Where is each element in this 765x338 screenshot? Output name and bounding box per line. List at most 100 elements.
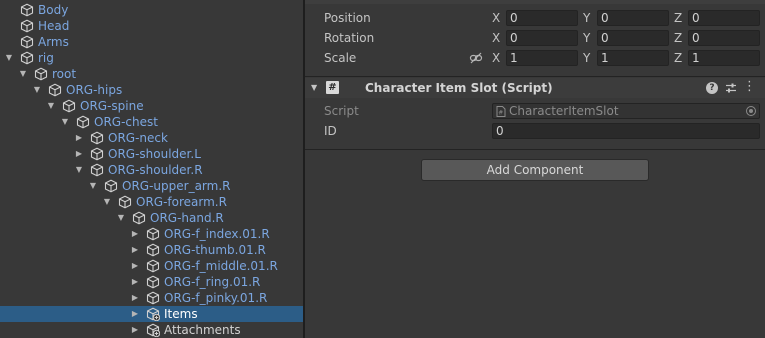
collapsed-arrow-icon[interactable]: ▶ — [130, 258, 140, 274]
rotation-x-field[interactable]: 0 — [506, 30, 578, 46]
hierarchy-row[interactable]: ▼ rig — [0, 50, 303, 66]
gameobject-cube-icon — [62, 99, 76, 113]
collapsed-arrow-icon[interactable]: ▶ — [130, 290, 140, 306]
collapsed-arrow-icon[interactable]: ▶ — [130, 242, 140, 258]
hierarchy-row-label: ORG-forearm.R — [136, 195, 227, 209]
context-menu-kebab-icon[interactable]: ⋮ — [743, 80, 756, 94]
script-object-field: # CharacterItemSlot — [492, 103, 760, 119]
id-row: ID 0 — [305, 121, 765, 141]
gameobject-cube-icon — [146, 243, 160, 257]
hierarchy-row[interactable]: Body — [0, 2, 303, 18]
hierarchy-row-label: Arms — [38, 35, 69, 49]
collapsed-arrow-icon[interactable]: ▶ — [74, 146, 84, 162]
hierarchy-row[interactable]: ▼ ORG-forearm.R — [0, 194, 303, 210]
expanded-arrow-icon[interactable]: ▼ — [102, 194, 112, 210]
expanded-arrow-icon[interactable]: ▼ — [32, 82, 42, 98]
rotation-label: Rotation — [324, 31, 375, 45]
gameobject-cube-icon — [34, 67, 48, 81]
hierarchy-row[interactable]: ▶ ORG-thumb.01.R — [0, 242, 303, 258]
expanded-arrow-icon[interactable]: ▼ — [18, 66, 28, 82]
object-picker-icon[interactable] — [746, 106, 756, 116]
rotation-y-field[interactable]: 0 — [597, 30, 669, 46]
position-z-axis-label[interactable]: Z — [674, 8, 686, 28]
script-file-icon: # — [496, 106, 506, 117]
hierarchy-row-label: ORG-f_index.01.R — [164, 227, 270, 241]
hierarchy-row-label: ORG-hand.R — [150, 211, 224, 225]
rotation-z-field[interactable]: 0 — [688, 30, 760, 46]
gameobject-cube-icon — [20, 51, 34, 65]
gameobject-cube-icon — [146, 227, 160, 241]
hierarchy-row[interactable]: ▶ Items — [0, 306, 303, 322]
component-separator — [305, 76, 765, 77]
gameobject-cube-icon — [48, 83, 62, 97]
scale-x-field[interactable]: 1 — [506, 50, 578, 66]
scale-z-axis-label[interactable]: Z — [674, 48, 686, 68]
rotation-x-axis-label[interactable]: X — [492, 28, 504, 48]
hierarchy-row[interactable]: ▶ ORG-shoulder.L — [0, 146, 303, 162]
position-z-field[interactable]: 0 — [688, 10, 760, 26]
position-x-axis-label[interactable]: X — [492, 8, 504, 28]
hierarchy-row[interactable]: ▶ ORG-neck — [0, 130, 303, 146]
help-icon[interactable]: ? — [706, 82, 718, 94]
gameobject-cube-icon — [90, 131, 104, 145]
rotation-z-axis-label[interactable]: Z — [674, 28, 686, 48]
inspector-panel: Position X 0 Y 0 Z 0 Rotation X 0 Y 0 Z … — [305, 0, 765, 338]
hierarchy-row-label: ORG-shoulder.L — [108, 147, 201, 161]
position-row: Position X 0 Y 0 Z 0 — [305, 8, 765, 28]
scale-z-field[interactable]: 1 — [688, 50, 760, 66]
hierarchy-row-label: ORG-f_pinky.01.R — [164, 291, 268, 305]
expanded-arrow-icon[interactable]: ▼ — [116, 210, 126, 226]
gameobject-cube-icon — [76, 115, 90, 129]
hierarchy-row[interactable]: Arms — [0, 34, 303, 50]
hierarchy-row[interactable]: ▶ ORG-f_ring.01.R — [0, 274, 303, 290]
hierarchy-row[interactable]: Head — [0, 18, 303, 34]
scale-y-field[interactable]: 1 — [597, 50, 669, 66]
hierarchy-row[interactable]: ▼ ORG-hips — [0, 82, 303, 98]
collapsed-arrow-icon[interactable]: ▶ — [130, 274, 140, 290]
hierarchy-row[interactable]: ▶ ORG-f_index.01.R — [0, 226, 303, 242]
collapsed-arrow-icon[interactable]: ▶ — [130, 322, 140, 338]
scale-x-axis-label[interactable]: X — [492, 48, 504, 68]
hierarchy-row-label: ORG-thumb.01.R — [164, 243, 266, 257]
constrain-proportions-link-icon[interactable] — [469, 51, 483, 65]
collapsed-arrow-icon[interactable]: ▶ — [130, 306, 140, 322]
csharp-script-icon: # — [326, 81, 339, 94]
hierarchy-row-label: ORG-shoulder.R — [108, 163, 203, 177]
add-component-button[interactable]: Add Component — [421, 159, 649, 181]
scale-row: Scale X 1 Y 1 Z 1 — [305, 48, 765, 68]
expanded-arrow-icon[interactable]: ▼ — [60, 114, 70, 130]
hierarchy-row[interactable]: ▼ ORG-spine — [0, 98, 303, 114]
expanded-arrow-icon[interactable]: ▼ — [88, 178, 98, 194]
hierarchy-row[interactable]: ▼ ORG-hand.R — [0, 210, 303, 226]
hierarchy-row[interactable]: ▼ ORG-shoulder.R — [0, 162, 303, 178]
presets-sliders-icon[interactable] — [725, 82, 737, 94]
component-title[interactable]: Character Item Slot (Script) — [365, 78, 553, 98]
hierarchy-panel: Body Head Arms ▼ rig ▼ root ▼ ORG-hips ▼ ORG-spine… — [0, 0, 303, 338]
hierarchy-row-label: ORG-neck — [108, 131, 168, 145]
scale-label: Scale — [324, 51, 357, 65]
expanded-arrow-icon[interactable]: ▼ — [4, 50, 14, 66]
id-field[interactable]: 0 — [492, 123, 760, 139]
component-header[interactable]: ▼ # Character Item Slot (Script) ? ⋮ — [305, 78, 765, 98]
hierarchy-row[interactable]: ▼ ORG-upper_arm.R — [0, 178, 303, 194]
scale-y-axis-label[interactable]: Y — [583, 48, 595, 68]
svg-text:#: # — [498, 110, 503, 117]
collapsed-arrow-icon[interactable]: ▶ — [74, 130, 84, 146]
hierarchy-row[interactable]: ▶ ORG-f_pinky.01.R — [0, 290, 303, 306]
script-object-value: CharacterItemSlot — [509, 104, 619, 118]
component-foldout-arrow-icon[interactable]: ▼ — [311, 78, 317, 98]
rotation-y-axis-label[interactable]: Y — [583, 28, 595, 48]
hierarchy-row[interactable]: ▶ ORG-f_middle.01.R — [0, 258, 303, 274]
expanded-arrow-icon[interactable]: ▼ — [46, 98, 56, 114]
position-y-axis-label[interactable]: Y — [583, 8, 595, 28]
add-component-separator — [305, 149, 765, 150]
expanded-arrow-icon[interactable]: ▼ — [74, 162, 84, 178]
position-x-field[interactable]: 0 — [506, 10, 578, 26]
position-y-field[interactable]: 0 — [597, 10, 669, 26]
hierarchy-row[interactable]: ▼ ORG-chest — [0, 114, 303, 130]
script-row: Script # CharacterItemSlot — [305, 101, 765, 121]
collapsed-arrow-icon[interactable]: ▶ — [130, 226, 140, 242]
hierarchy-row[interactable]: ▶ Attachments — [0, 322, 303, 338]
hierarchy-row[interactable]: ▼ root — [0, 66, 303, 82]
hierarchy-row-label: Attachments — [164, 323, 241, 337]
